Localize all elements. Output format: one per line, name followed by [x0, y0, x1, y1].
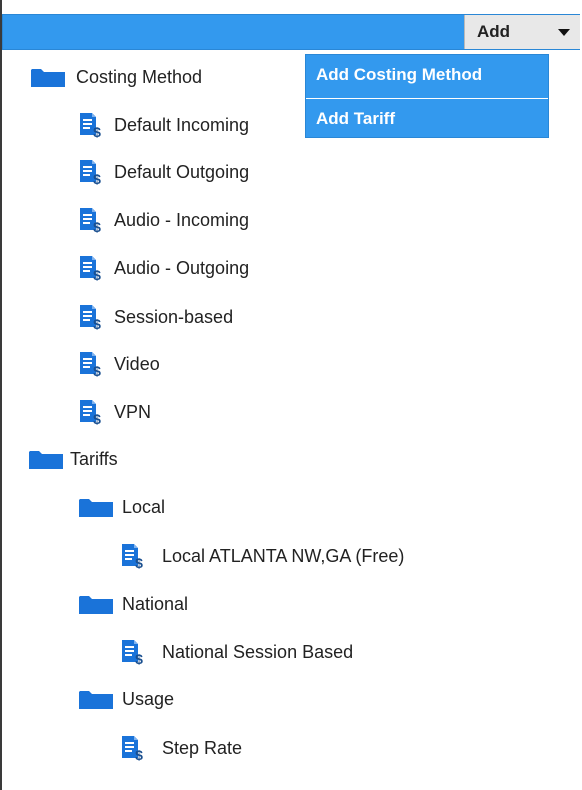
- tree-label: Audio - Outgoing: [114, 257, 250, 278]
- tree-item-audio-incoming[interactable]: $ Audio - Incoming: [78, 205, 249, 235]
- menu-item-label: Add Costing Method: [316, 65, 483, 84]
- tree-folder-tariffs[interactable]: Tariffs: [28, 444, 118, 474]
- tariff-document-icon: $: [78, 255, 104, 283]
- tree-label: National Session Based: [162, 641, 354, 662]
- svg-text:$: $: [93, 411, 101, 425]
- caret-down-icon: [558, 29, 570, 36]
- tariff-document-icon: $: [78, 159, 104, 187]
- tree-item-national-session-based[interactable]: $ National Session Based: [120, 637, 353, 667]
- tree-label: Default Outgoing: [114, 161, 250, 182]
- folder-icon: [78, 688, 114, 710]
- tariff-document-icon: $: [120, 639, 146, 667]
- tree-label: Default Incoming: [114, 114, 250, 135]
- tariff-document-icon: $: [78, 304, 104, 332]
- tree-item-default-incoming[interactable]: $ Default Incoming: [78, 110, 249, 140]
- tree-folder-local[interactable]: Local: [78, 492, 165, 522]
- tariff-document-icon: $: [78, 399, 104, 427]
- svg-text:$: $: [135, 747, 143, 761]
- folder-icon: [78, 496, 114, 518]
- tariff-document-icon: $: [120, 735, 146, 763]
- menu-item-label: Add Tariff: [316, 109, 396, 128]
- tree-label: Audio - Incoming: [114, 209, 250, 230]
- tariff-document-icon: $: [78, 112, 104, 140]
- tariff-document-icon: $: [120, 543, 146, 571]
- tree-item-vpn[interactable]: $ VPN: [78, 397, 151, 427]
- tariff-document-icon: $: [78, 207, 104, 235]
- tree-label: Video: [114, 353, 160, 374]
- svg-text:$: $: [135, 651, 143, 665]
- tariff-document-icon: $: [78, 351, 104, 379]
- add-button-label: Add: [477, 22, 511, 41]
- tree-label: National: [122, 593, 189, 614]
- tree-item-session-based[interactable]: $ Session-based: [78, 302, 233, 332]
- svg-text:$: $: [93, 267, 101, 281]
- tree-folder-costing-method[interactable]: Costing Method: [30, 62, 202, 92]
- tree-label: Costing Method: [76, 66, 203, 87]
- tree-label: Local ATLANTA NW,GA (Free): [162, 545, 405, 566]
- tree-item-local-atlanta[interactable]: $ Local ATLANTA NW,GA (Free): [120, 541, 404, 571]
- add-dropdown-button[interactable]: Add: [464, 15, 580, 49]
- tree-label: Local: [122, 496, 166, 517]
- tree-label: VPN: [114, 401, 152, 422]
- menu-item-add-costing-method[interactable]: Add Costing Method: [306, 55, 548, 95]
- svg-text:$: $: [93, 363, 101, 377]
- tree-label: Session-based: [114, 306, 234, 327]
- tree-label: Usage: [122, 688, 175, 709]
- tree-item-default-outgoing[interactable]: $ Default Outgoing: [78, 157, 249, 187]
- folder-icon: [78, 593, 114, 615]
- tree-item-video[interactable]: $ Video: [78, 349, 160, 379]
- svg-text:$: $: [135, 555, 143, 569]
- left-border: [0, 0, 2, 790]
- tree-label: Step Rate: [162, 737, 243, 758]
- menu-item-add-tariff[interactable]: Add Tariff: [306, 98, 548, 139]
- tree-folder-national[interactable]: National: [78, 589, 188, 619]
- folder-icon: [30, 66, 66, 88]
- add-dropdown-menu: Add Costing Method Add Tariff: [305, 54, 549, 138]
- svg-text:$: $: [93, 124, 101, 138]
- tree-item-step-rate[interactable]: $ Step Rate: [120, 733, 242, 763]
- svg-text:$: $: [93, 219, 101, 233]
- svg-text:$: $: [93, 316, 101, 330]
- tree-folder-usage[interactable]: Usage: [78, 684, 174, 714]
- svg-text:$: $: [93, 171, 101, 185]
- tree-label: Tariffs: [70, 448, 118, 469]
- folder-icon: [28, 448, 64, 470]
- tree-item-audio-outgoing[interactable]: $ Audio - Outgoing: [78, 253, 249, 283]
